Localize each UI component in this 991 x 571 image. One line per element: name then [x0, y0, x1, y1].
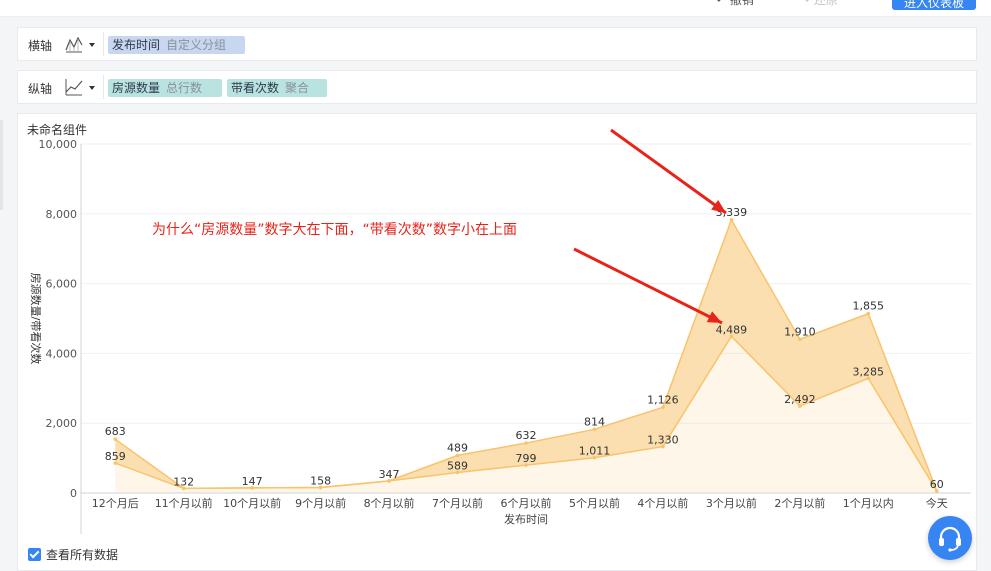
annotation-text: 为什么“房源数量”数字大在下面，“带看次数”数字小在上面: [152, 222, 517, 238]
line-chart-type-icon[interactable]: [65, 78, 83, 96]
x-tick-label: 今天: [926, 496, 948, 510]
x-axis-row: 横轴 发布时间 自定义分组: [17, 27, 977, 61]
divider: [103, 32, 104, 56]
data-label: 859: [105, 450, 126, 463]
data-label: 632: [516, 429, 537, 442]
show-all-data-checkbox[interactable]: 查看所有数据: [28, 546, 118, 563]
y-field-pill-listings[interactable]: 房源数量 总行数: [108, 79, 222, 97]
y-tick-label: 2,000: [46, 417, 78, 430]
headset-icon: [939, 526, 961, 552]
y-field-setting: 聚合: [285, 81, 310, 95]
x-tick-label: 12个月后: [92, 497, 139, 510]
x-tick-label: 11个月以前: [155, 496, 213, 510]
top-toolbar: ↶ 撤销 ↷ 还原 进入仪表板: [0, 0, 991, 17]
y-axis-label: 纵轴: [28, 82, 53, 96]
x-field-setting: 自定义分组: [166, 38, 227, 52]
x-field-pill[interactable]: 发布时间 自定义分组: [108, 36, 245, 54]
data-label: 158: [310, 474, 331, 487]
annotation-arrow: [573, 247, 723, 325]
area-chart-type-icon[interactable]: [65, 35, 83, 53]
data-label: 814: [584, 415, 605, 428]
x-tick-label: 9个月以前: [295, 496, 346, 510]
y-field-name: 带看次数: [231, 81, 280, 95]
y-tick-label: 10,000: [39, 138, 78, 151]
redo-button[interactable]: ↷ 还原: [800, 0, 838, 8]
y-axis-title: 房源数量/带看次数: [29, 273, 43, 365]
data-label: 347: [379, 468, 400, 481]
undo-label: 撤销: [729, 0, 754, 7]
data-label: 1,855: [853, 300, 885, 313]
y-tick-label: 4,000: [46, 347, 78, 360]
x-tick-label: 3个月以前: [706, 496, 757, 510]
data-label: 2,492: [784, 393, 816, 406]
chevron-down-icon[interactable]: [89, 43, 95, 47]
y-field-setting: 总行数: [166, 81, 203, 95]
area-chart: 0 2,000 4,000 6,000 8,000 10,000 859 132 147 158 3…: [29, 128, 971, 534]
data-label: 589: [447, 459, 468, 472]
data-label: 683: [105, 425, 126, 438]
left-panel-edge: [0, 120, 3, 210]
y-axis-title-group: 房源数量/带看次数: [29, 273, 43, 365]
customer-service-button[interactable]: [928, 516, 972, 560]
data-label: 489: [447, 441, 468, 454]
y-axis-row: 纵轴 房源数量 总行数 带看次数 聚合: [17, 70, 977, 104]
x-tick-label: 7个月以前: [432, 496, 483, 510]
y-tick-label: 0: [70, 487, 77, 500]
x-axis-label: 横轴: [28, 39, 53, 53]
x-tick-label: 8个月以前: [364, 496, 415, 510]
data-label: 132: [173, 475, 194, 488]
data-label: 1,011: [579, 445, 611, 458]
data-label: 147: [242, 475, 263, 488]
x-tick-label: 5个月以前: [569, 496, 620, 510]
enter-dashboard-button[interactable]: 进入仪表板: [892, 0, 976, 10]
data-label: 60: [930, 478, 944, 491]
y-tick-label: 8,000: [46, 208, 78, 221]
undo-button[interactable]: ↶ 撤销: [716, 0, 754, 8]
chart-panel: 未命名组件 0 2,000 4,000 6,000 8,000 10,000 859 132 1…: [17, 113, 977, 571]
y-tick-label: 6,000: [46, 278, 78, 291]
data-label: 3,285: [853, 365, 885, 378]
data-label: 1,330: [647, 434, 679, 447]
checkbox-checked-icon[interactable]: [28, 548, 41, 561]
y-field-name: 房源数量: [112, 81, 161, 95]
data-label: 4,489: [716, 323, 748, 336]
x-tick-label: 2个月以前: [774, 496, 825, 510]
x-axis-title: 发布时间: [504, 512, 548, 526]
x-field-name: 发布时间: [112, 38, 161, 52]
x-tick-label: 10个月以前: [223, 496, 281, 510]
divider: [103, 75, 104, 99]
x-tick-label: 4个月以前: [637, 496, 688, 510]
y-field-pill-viewings[interactable]: 带看次数 聚合: [227, 79, 327, 97]
x-tick-label: 6个月以前: [501, 496, 552, 510]
x-tick-label: 1个月以内: [843, 496, 894, 510]
chevron-down-icon[interactable]: [89, 86, 95, 90]
annotation-arrow: [610, 128, 727, 215]
show-all-data-label: 查看所有数据: [46, 548, 119, 562]
data-label: 1,126: [647, 393, 679, 406]
data-label: 1,910: [784, 325, 816, 338]
data-label: 799: [516, 452, 537, 465]
redo-label: 还原: [813, 0, 838, 7]
